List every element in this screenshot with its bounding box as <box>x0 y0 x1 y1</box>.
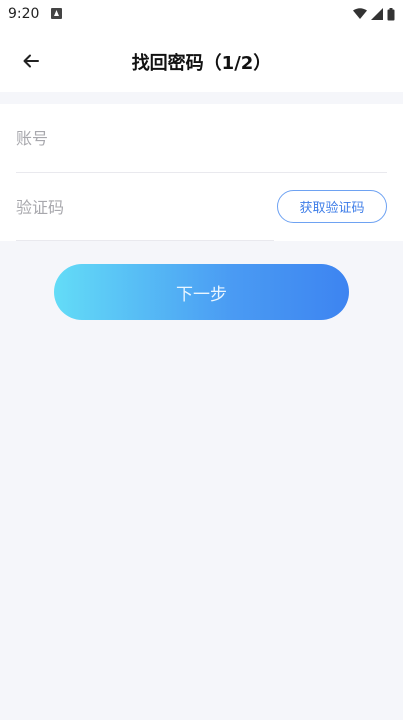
battery-icon <box>387 7 395 20</box>
form-card: 获取验证码 <box>0 104 403 241</box>
app-notification-icon <box>51 8 62 19</box>
account-field-row <box>16 104 387 173</box>
app-header: 找回密码（1/2） <box>0 30 403 92</box>
page-title: 找回密码（1/2） <box>131 53 272 74</box>
wifi-icon <box>353 8 367 19</box>
next-step-button[interactable]: 下一步 <box>54 264 349 320</box>
cell-signal-icon <box>371 8 383 20</box>
code-field-divider <box>16 240 274 241</box>
status-icons <box>353 7 395 21</box>
account-input[interactable] <box>16 104 266 172</box>
status-time: 9:20 <box>8 6 40 22</box>
code-field-row: 获取验证码 <box>16 173 387 241</box>
get-code-button[interactable]: 获取验证码 <box>277 190 387 223</box>
status-bar: 9:20 <box>0 0 403 30</box>
verification-code-input[interactable] <box>16 173 266 241</box>
